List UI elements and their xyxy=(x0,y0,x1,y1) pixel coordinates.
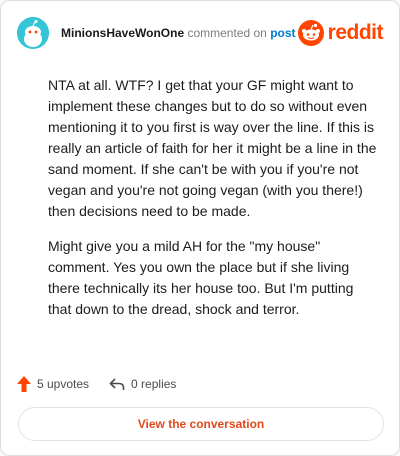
replies-count: 0 replies xyxy=(131,377,177,391)
logo-wordmark: reddit xyxy=(327,21,384,44)
reply-arrow-icon xyxy=(109,378,125,390)
username-link[interactable]: MinionsHaveWonOne xyxy=(61,26,184,40)
upvotes-stat[interactable]: 5 upvotes xyxy=(17,376,89,392)
reddit-snoo-icon xyxy=(297,20,324,46)
upvote-arrow-icon xyxy=(17,376,31,392)
comment-footer: 5 upvotes 0 replies xyxy=(17,373,196,395)
action-text: commented on xyxy=(187,26,267,40)
comment-paragraph: NTA at all. WTF? I get that your GF migh… xyxy=(48,77,377,219)
view-conversation-button[interactable]: View the conversation xyxy=(18,407,384,441)
comment-paragraph: Might give you a mild AH for the "my hou… xyxy=(48,238,354,317)
replies-stat[interactable]: 0 replies xyxy=(109,377,176,391)
post-link[interactable]: post xyxy=(270,26,295,40)
reddit-logo[interactable]: reddit xyxy=(297,19,384,47)
comment-byline: MinionsHaveWonOne commented on post xyxy=(61,26,296,40)
comment-body: NTA at all. WTF? I get that your GF migh… xyxy=(48,75,378,334)
comment-card: MinionsHaveWonOne commented on post redd… xyxy=(0,0,400,456)
snoo-avatar-icon[interactable] xyxy=(17,17,49,49)
comment-header: MinionsHaveWonOne commented on post redd… xyxy=(17,15,384,51)
upvotes-count: 5 upvotes xyxy=(37,377,90,391)
